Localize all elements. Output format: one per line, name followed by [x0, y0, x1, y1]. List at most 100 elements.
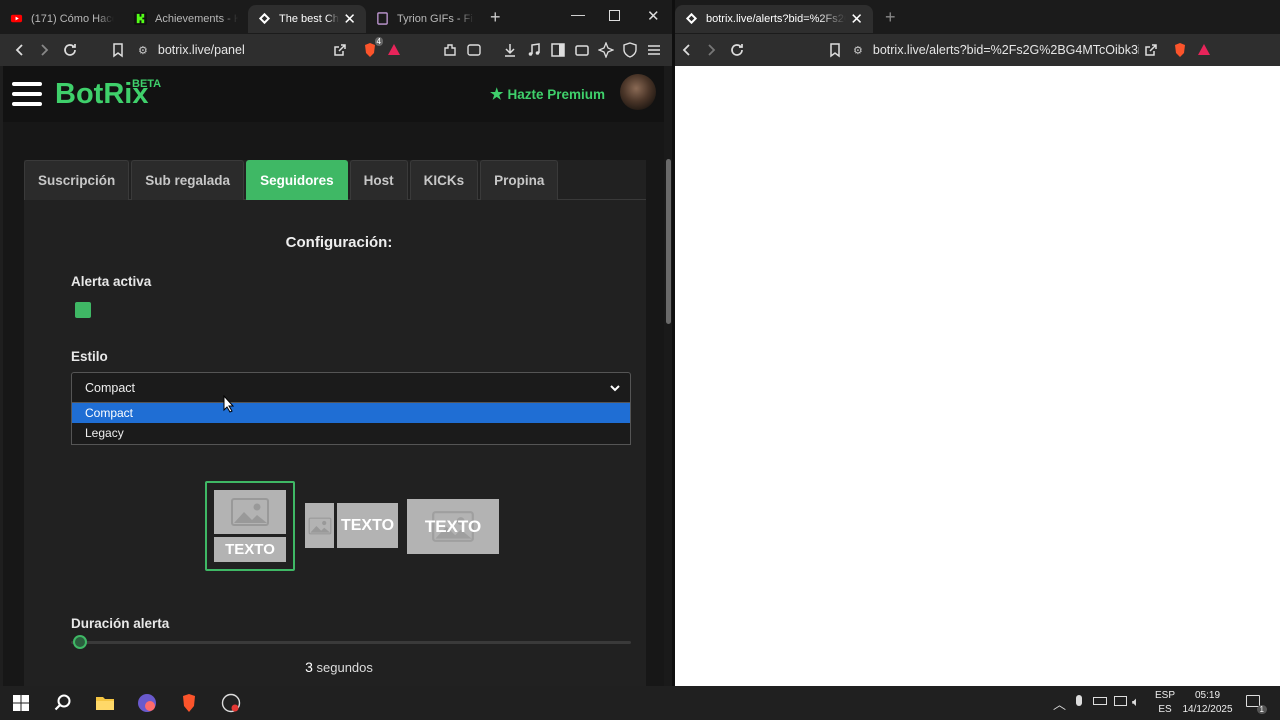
tab-seguidores[interactable]: Seguidores [246, 160, 348, 200]
mouse-cursor-icon [223, 395, 235, 413]
clock-date: 14/12/2025 [1182, 704, 1233, 715]
reload-icon[interactable] [58, 38, 82, 62]
tab-label: botrix.live/alerts?bid=%2Fs2G%2 [706, 12, 846, 25]
download-icon[interactable] [498, 38, 522, 62]
close-tab-icon[interactable]: ✕ [343, 10, 356, 28]
site-info-icon[interactable]: ⚙ [853, 44, 863, 57]
duration-label: Duración alerta [71, 616, 170, 631]
search-icon[interactable] [42, 686, 84, 720]
site-header: BotRix BETA ★ Hazte Premium [3, 66, 669, 122]
image-placeholder-icon [305, 503, 334, 548]
bookmark-icon[interactable] [823, 38, 847, 62]
shield-count-badge: 4 [374, 37, 383, 46]
tab-youtube[interactable]: (171) Cómo Hacer [0, 5, 124, 33]
address-bar[interactable]: ⚙ botrix.live/alerts?bid=%2Fs2G%2BG4MTcO… [849, 37, 1139, 63]
layout-text: TEXTO [214, 537, 286, 562]
hamburger-menu-icon[interactable] [12, 82, 42, 106]
style-option-compact[interactable]: Compact [72, 403, 630, 423]
reload-icon[interactable] [725, 38, 749, 62]
tab-propina[interactable]: Propina [480, 160, 559, 200]
brave-rewards-icon[interactable] [382, 38, 406, 62]
tab-host[interactable]: Host [349, 160, 408, 200]
bookmark-icon[interactable] [106, 38, 130, 62]
network-icon[interactable] [1114, 696, 1127, 706]
minimize-icon[interactable]: — [571, 6, 585, 22]
tab-tyrion[interactable]: Tyrion GIFs - Find [366, 5, 484, 33]
microphone-icon[interactable] [1076, 695, 1082, 706]
premium-button[interactable]: ★ Hazte Premium [490, 85, 605, 103]
screenshot-icon[interactable] [462, 38, 486, 62]
sidebar-icon[interactable] [546, 38, 570, 62]
tab-suscripcion[interactable]: Suscripción [24, 160, 130, 200]
new-tab-icon[interactable]: + [490, 7, 501, 28]
back-icon[interactable] [675, 38, 699, 62]
extensions-icon[interactable] [438, 38, 462, 62]
clock[interactable]: 05:19 14/12/2025 [1180, 689, 1235, 717]
brave-shield-icon[interactable]: 4 [358, 37, 383, 62]
star-icon: ★ [490, 86, 504, 103]
leo-ai-icon[interactable] [594, 38, 618, 62]
forward-icon[interactable] [699, 38, 723, 62]
menu-icon[interactable] [642, 38, 666, 62]
share-icon[interactable] [328, 38, 352, 62]
tab-label: Achievements - Ki [155, 12, 238, 25]
alert-type-tabs: Suscripción Sub regalada Seguidores Host… [24, 160, 646, 200]
start-windows-icon[interactable] [0, 686, 42, 720]
battery-icon[interactable] [1093, 697, 1107, 705]
wallet-icon[interactable] [570, 38, 594, 62]
media-icon[interactable] [522, 38, 546, 62]
premium-label: Hazte Premium [507, 86, 605, 102]
tab-kick[interactable]: Achievements - Ki [124, 5, 248, 33]
close-tab-icon[interactable]: ✕ [850, 10, 863, 28]
botrix-favicon-icon [685, 12, 698, 25]
notifications-icon[interactable]: 1 [1246, 695, 1267, 714]
brave-shield-icon[interactable] [1168, 38, 1192, 62]
duration-slider[interactable] [71, 635, 631, 649]
left-scrollbar[interactable] [664, 66, 672, 686]
file-explorer-icon[interactable] [84, 686, 126, 720]
maximize-icon[interactable] [609, 10, 620, 21]
language-indicator[interactable]: ESP ES [1155, 689, 1175, 717]
scrollbar-thumb[interactable] [666, 159, 671, 324]
tab-label: The best Chat [279, 12, 339, 25]
youtube-icon [10, 14, 23, 23]
layout-option-side[interactable]: TEXTO [305, 503, 398, 548]
vpn-icon[interactable] [618, 38, 642, 62]
brave-rewards-icon[interactable] [1192, 38, 1216, 62]
show-hidden-icons-icon[interactable]: ︿ [1053, 694, 1066, 713]
avatar[interactable] [620, 74, 656, 110]
obs-icon[interactable] [210, 686, 252, 720]
botrix-favicon-icon [258, 12, 271, 25]
tab-botrix[interactable]: The best Chat ✕ [248, 4, 366, 33]
address-bar[interactable]: ⚙ botrix.live/panel [132, 37, 328, 63]
duration-value: 3 [305, 659, 313, 675]
close-window-icon[interactable]: ✕ [647, 7, 660, 25]
layout-option-stacked[interactable]: TEXTO [205, 481, 295, 571]
brave-browser-icon[interactable] [168, 686, 210, 720]
layout-option-overlay[interactable]: TEXTO [407, 499, 499, 554]
tab-botrix-alerts[interactable]: botrix.live/alerts?bid=%2Fs2G%2 ✕ [675, 4, 873, 33]
alerts-page-blank [675, 66, 1280, 686]
back-icon[interactable] [8, 38, 32, 62]
tab-kicks[interactable]: KICKs [409, 160, 479, 200]
site-info-icon[interactable]: ⚙ [138, 44, 148, 57]
url-text: botrix.live/panel [157, 43, 245, 57]
new-tab-icon[interactable]: + [885, 7, 896, 28]
slider-thumb[interactable] [73, 635, 87, 649]
tab-sub-regalada[interactable]: Sub regalada [131, 160, 245, 200]
document-icon [377, 12, 388, 25]
style-label: Estilo [71, 349, 108, 364]
style-select-value: Compact [85, 380, 136, 395]
app-icon[interactable] [126, 686, 168, 720]
right-toolbar: ⚙ botrix.live/alerts?bid=%2Fs2G%2BG4MTcO… [675, 34, 1280, 66]
share-icon[interactable] [1139, 38, 1163, 62]
right-tab-bar: botrix.live/alerts?bid=%2Fs2G%2 ✕ + [675, 0, 1280, 34]
alerts-panel: Suscripción Sub regalada Seguidores Host… [24, 160, 646, 686]
style-select[interactable]: Compact [71, 372, 631, 403]
volume-icon[interactable]: 🔈︎ [1132, 694, 1140, 710]
duration-unit: segundos [316, 660, 373, 675]
clock-time: 05:19 [1194, 690, 1221, 701]
forward-icon[interactable] [32, 38, 56, 62]
alert-active-checkbox[interactable] [75, 302, 91, 318]
style-option-legacy[interactable]: Legacy [72, 423, 630, 443]
